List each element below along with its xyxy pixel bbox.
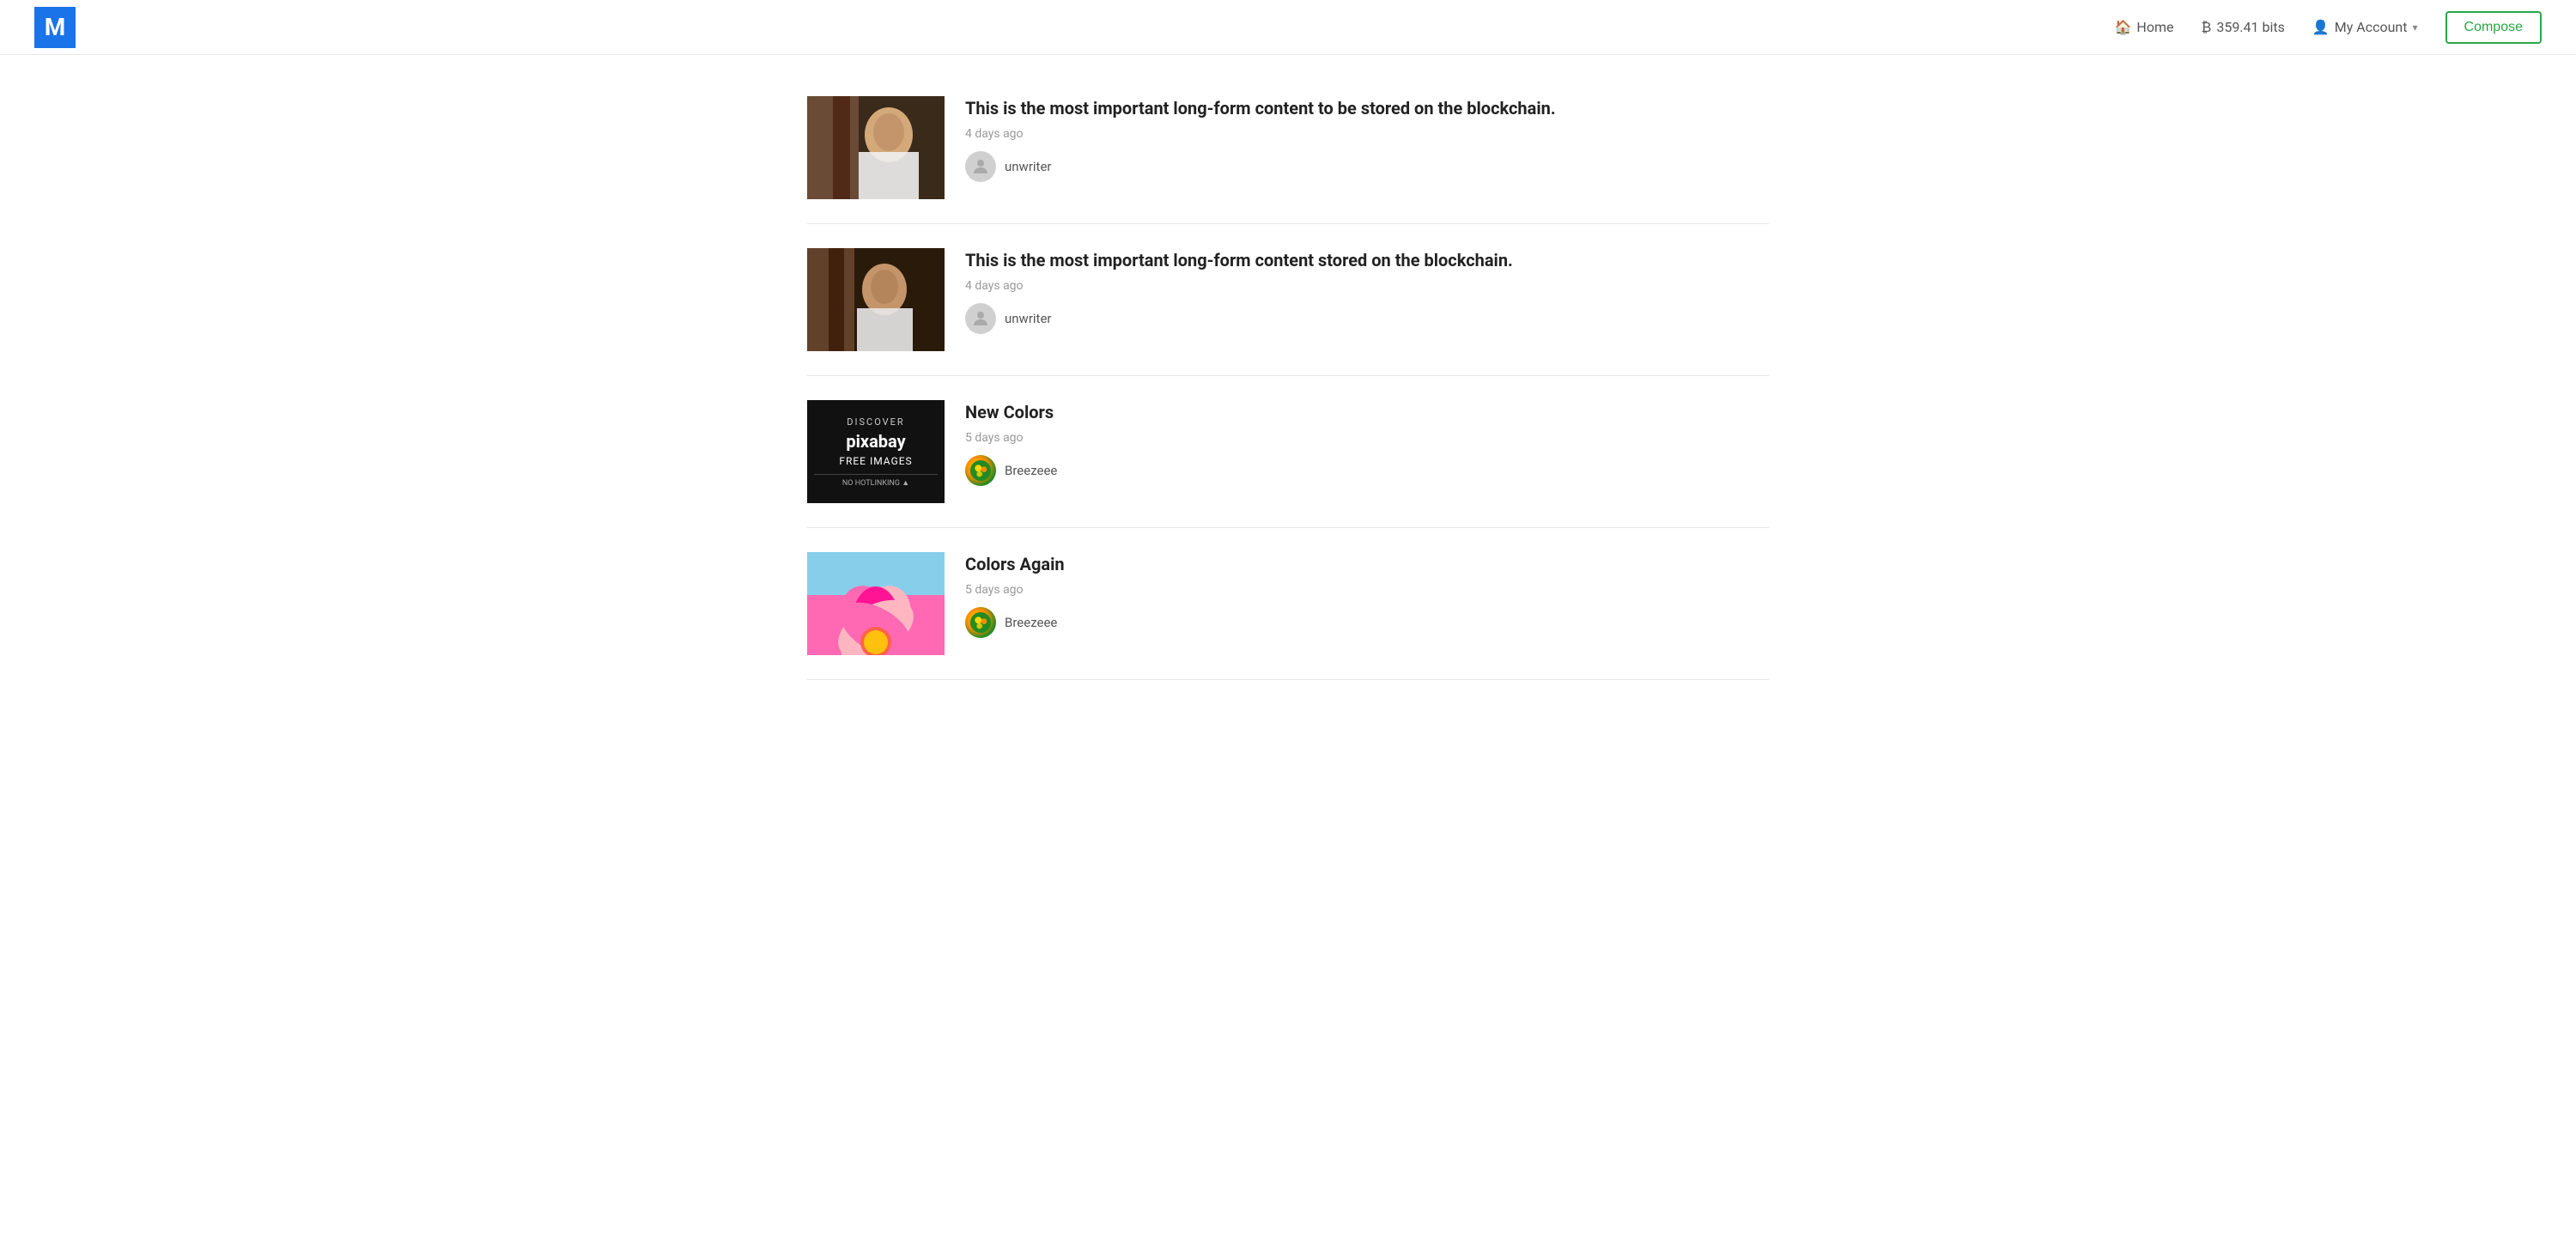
article-timestamp: 5 days ago	[965, 431, 1769, 445]
article-content: New Colors 5 days ago Breezeee	[965, 400, 1769, 486]
article-author[interactable]: Breezeee	[965, 607, 1769, 638]
article-content: This is the most important long-form con…	[965, 96, 1769, 182]
pixabay-tagline: FREE IMAGES	[839, 455, 912, 467]
article-thumbnail: DISCOVER pixabay FREE IMAGES NO HOTLINKI…	[807, 400, 945, 503]
main-content: This is the most important long-form con…	[773, 55, 1803, 697]
compose-button[interactable]: Compose	[2445, 11, 2542, 44]
home-link[interactable]: 🏠 Home	[2115, 19, 2174, 35]
home-icon: 🏠	[2115, 19, 2132, 35]
article-item[interactable]: This is the most important long-form con…	[807, 224, 1769, 376]
bitcoin-icon: ₿	[2201, 19, 2211, 36]
author-name: unwriter	[1005, 311, 1052, 326]
article-item[interactable]: DISCOVER pixabay FREE IMAGES NO HOTLINKI…	[807, 376, 1769, 528]
article-author[interactable]: unwriter	[965, 151, 1769, 182]
article-author[interactable]: Breezeee	[965, 455, 1769, 486]
bits-link[interactable]: ₿ 359.41 bits	[2201, 19, 2284, 36]
article-thumbnail	[807, 552, 945, 655]
article-title: This is the most important long-form con…	[965, 96, 1769, 120]
pixabay-brand: pixabay	[846, 431, 905, 452]
article-timestamp: 4 days ago	[965, 279, 1769, 293]
dropdown-icon: ▾	[2412, 21, 2417, 33]
author-avatar	[965, 455, 996, 486]
logo-letter: M	[45, 13, 66, 41]
logo[interactable]: M	[34, 7, 76, 48]
article-thumbnail	[807, 96, 945, 199]
header-nav: 🏠 Home ₿ 359.41 bits 👤 My Account ▾ Comp…	[2115, 11, 2543, 44]
article-item[interactable]: This is the most important long-form con…	[807, 72, 1769, 224]
account-link[interactable]: 👤 My Account ▾	[2312, 19, 2418, 35]
author-name: unwriter	[1005, 159, 1052, 174]
bits-value: 359.41 bits	[2216, 19, 2285, 35]
account-label: My Account	[2335, 19, 2408, 35]
article-item[interactable]: Colors Again 5 days ago Breezeee	[807, 528, 1769, 680]
header: M 🏠 Home ₿ 359.41 bits 👤 My Account ▾ Co…	[0, 0, 2576, 55]
article-thumbnail	[807, 248, 945, 351]
compose-label: Compose	[2464, 20, 2523, 34]
article-content: Colors Again 5 days ago Breezeee	[965, 552, 1769, 638]
author-name: Breezeee	[1005, 463, 1057, 478]
author-avatar	[965, 151, 996, 182]
home-label: Home	[2136, 19, 2173, 35]
article-title: This is the most important long-form con…	[965, 248, 1769, 272]
article-title: New Colors	[965, 400, 1769, 424]
author-name: Breezeee	[1005, 615, 1057, 630]
article-timestamp: 5 days ago	[965, 583, 1769, 597]
article-author[interactable]: unwriter	[965, 303, 1769, 334]
article-timestamp: 4 days ago	[965, 127, 1769, 141]
article-title: Colors Again	[965, 552, 1769, 576]
article-content: This is the most important long-form con…	[965, 248, 1769, 334]
author-avatar	[965, 303, 996, 334]
article-list: This is the most important long-form con…	[807, 72, 1769, 680]
author-avatar	[965, 607, 996, 638]
pixabay-discover: DISCOVER	[847, 416, 904, 428]
user-icon: 👤	[2312, 19, 2330, 35]
pixabay-hotlink: NO HOTLINKING ▲	[814, 474, 938, 488]
